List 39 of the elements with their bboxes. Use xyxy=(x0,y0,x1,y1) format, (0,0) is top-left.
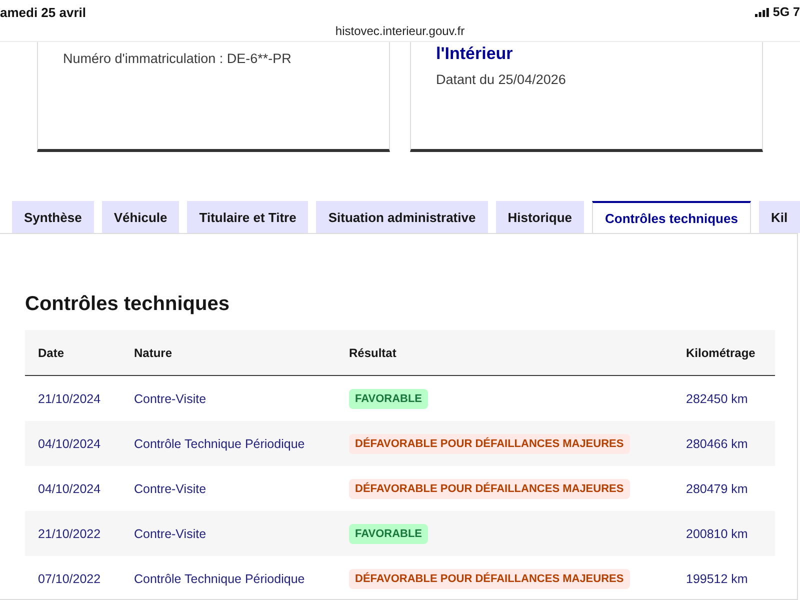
tab[interactable]: Véhicule xyxy=(102,201,180,233)
tab[interactable]: Historique xyxy=(496,201,584,233)
card-date: Datant du 25/04/2026 xyxy=(436,71,567,89)
column-header: Résultat xyxy=(336,330,673,376)
signal-icon xyxy=(754,8,769,16)
result-badge: DÉFAVORABLE POUR DÉFAILLANCES MAJEURES xyxy=(349,478,630,498)
registration-number: Numéro d'immatriculation : DE-6**-PR xyxy=(63,50,292,68)
table-cell: 280479 km xyxy=(673,466,775,511)
column-header: Nature xyxy=(121,330,336,376)
table-cell: Contrôle Technique Périodique xyxy=(121,556,336,600)
table-cell: 04/10/2024 xyxy=(25,466,121,511)
table-cell: 21/10/2022 xyxy=(25,511,121,556)
table-cell: 282450 km xyxy=(673,376,775,421)
network-label: 5G 7 xyxy=(772,5,800,19)
status-date: amedi 25 avril xyxy=(0,4,86,20)
table-cell: 21/10/2024 xyxy=(25,376,121,421)
result-badge: FAVORABLE xyxy=(349,524,428,544)
table-cell: 07/10/2022 xyxy=(25,556,121,600)
section-heading: Contrôles techniques xyxy=(25,292,230,317)
table-cell: Contre-Visite xyxy=(121,511,336,556)
tab[interactable]: Synthèse xyxy=(12,201,94,233)
card-title: l'Intérieur xyxy=(436,43,514,65)
table-cell: 199512 km xyxy=(673,556,775,600)
table-cell: Contre-Visite xyxy=(121,376,336,421)
table-cell: 04/10/2024 xyxy=(25,421,121,466)
table-cell: 280466 km xyxy=(673,421,775,466)
tab[interactable]: Situation administrative xyxy=(316,201,488,233)
tab[interactable]: Titulaire et Titre xyxy=(187,201,308,233)
column-header: Kilométrage xyxy=(673,330,775,376)
tab[interactable]: Kil xyxy=(758,201,800,233)
table-cell: 200810 km xyxy=(673,511,775,556)
result-badge: DÉFAVORABLE POUR DÉFAILLANCES MAJEURES xyxy=(349,434,630,454)
table-cell: Contrôle Technique Périodique xyxy=(121,421,336,466)
table-cell: Contre-Visite xyxy=(121,466,336,511)
result-badge: DÉFAVORABLE POUR DÉFAILLANCES MAJEURES xyxy=(349,568,630,588)
result-badge: FAVORABLE xyxy=(349,388,428,408)
address-url[interactable]: histovec.interieur.gouv.fr xyxy=(335,24,465,38)
tab[interactable]: Contrôles techniques xyxy=(592,201,751,233)
column-header: Date xyxy=(25,330,121,376)
